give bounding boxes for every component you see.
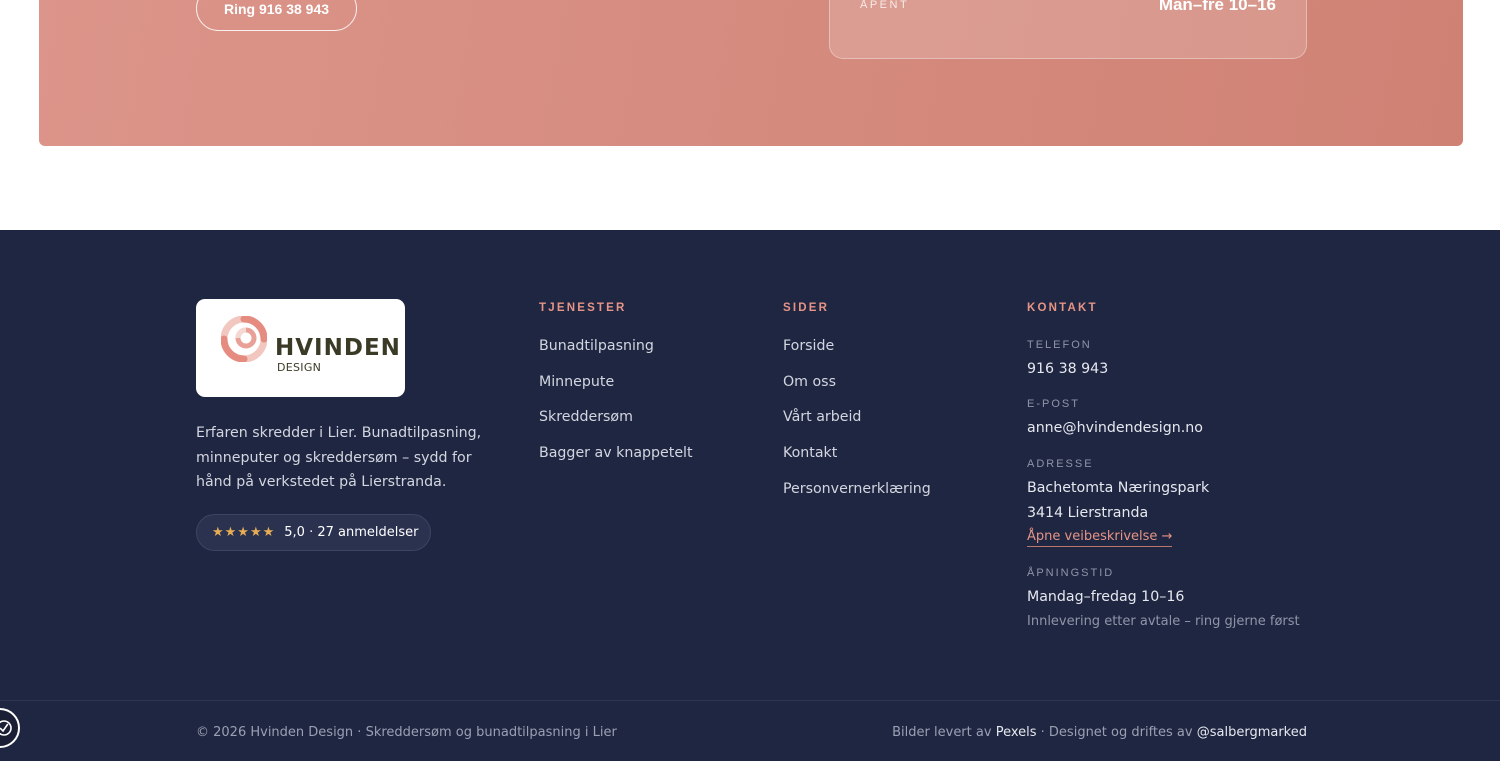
credit-middle: · Designet og driftes av [1040, 725, 1193, 740]
rating-badge[interactable]: ★★★★★ 5,0 · 27 anmeldelser [196, 514, 431, 551]
checkmark-icon [0, 720, 12, 736]
pages-heading: SIDER [783, 302, 830, 314]
opening-hours-label: ÅPENT [860, 0, 910, 11]
services-column: TJENESTER Bunadtilpasning Minnepute Skre… [539, 302, 693, 479]
site-footer: HVINDEN DESIGN Erfaren skredder i Lier. … [0, 230, 1500, 761]
footer-link-bunadtilpasning[interactable]: Bunadtilpasning [539, 336, 693, 372]
directions-link[interactable]: Åpne veibeskrivelse → [1027, 529, 1173, 547]
logo-wordmark: HVINDEN [275, 335, 401, 361]
agency-link[interactable]: @salbergmarked [1197, 725, 1307, 740]
contact-hours: ÅPNINGSTID Mandag–fredag 10–16 Innleveri… [1027, 567, 1300, 629]
credits-text: Bilder levert av Pexels · Designet og dr… [892, 725, 1307, 740]
swirl-logo-icon [221, 316, 267, 362]
contact-heading: KONTAKT [1027, 302, 1098, 314]
address-line-2: 3414 Lierstranda [1027, 504, 1149, 521]
email-label: E-POST [1027, 398, 1080, 410]
opening-hours-value: Man–fre 10–16 [1158, 0, 1276, 14]
services-heading: TJENESTER [539, 302, 627, 314]
email-value[interactable]: anne@hvindendesign.no [1027, 416, 1203, 441]
address-label: ADRESSE [1027, 458, 1094, 470]
contact-phone: TELEFON 916 38 943 [1027, 339, 1108, 382]
credit-prefix: Bilder levert av [892, 725, 992, 740]
address-line-1: Bachetomta Næringspark [1027, 480, 1210, 496]
footer-logo[interactable]: HVINDEN DESIGN [196, 299, 405, 397]
footer-link-bagger[interactable]: Bagger av knappetelt [539, 443, 693, 479]
footer-link-vart-arbeid[interactable]: Vårt arbeid [783, 407, 931, 443]
phone-label: TELEFON [1027, 339, 1092, 351]
phone-value[interactable]: 916 38 943 [1027, 357, 1108, 382]
check-badge-icon[interactable] [0, 708, 20, 748]
hours-value: Mandag–fredag 10–16 [1027, 589, 1185, 605]
footer-link-personvern[interactable]: Personvernerklæring [783, 479, 931, 515]
logo-subtitle: DESIGN [277, 361, 322, 374]
pages-column: SIDER Forside Om oss Vårt arbeid Kontakt… [783, 302, 931, 514]
footer-link-skreddersom[interactable]: Skreddersøm [539, 407, 693, 443]
footer-link-kontakt[interactable]: Kontakt [783, 443, 931, 479]
pexels-link[interactable]: Pexels [996, 725, 1037, 740]
copyright-text: © 2026 Hvinden Design · Skreddersøm og b… [196, 725, 617, 740]
footer-about-text: Erfaren skredder i Lier. Bunadtilpasning… [196, 425, 482, 490]
footer-divider [0, 700, 1500, 701]
star-rating-icon: ★★★★★ [212, 525, 276, 540]
footer-link-forside[interactable]: Forside [783, 336, 931, 372]
opening-hours-card: ÅPENT Man–fre 10–16 [829, 0, 1307, 59]
contact-address: ADRESSE Bachetomta Næringspark 3414 Lier… [1027, 458, 1209, 547]
footer-link-minnepute[interactable]: Minnepute [539, 372, 693, 408]
contact-email: E-POST anne@hvindendesign.no [1027, 398, 1203, 441]
footer-link-om-oss[interactable]: Om oss [783, 372, 931, 408]
hours-label: ÅPNINGSTID [1027, 567, 1115, 579]
hours-note: Innlevering etter avtale – ring gjerne f… [1027, 613, 1300, 629]
rating-text: 5,0 · 27 anmeldelser [284, 525, 419, 540]
call-button[interactable]: Ring 916 38 943 [196, 0, 357, 31]
contact-column: KONTAKT [1027, 302, 1098, 336]
